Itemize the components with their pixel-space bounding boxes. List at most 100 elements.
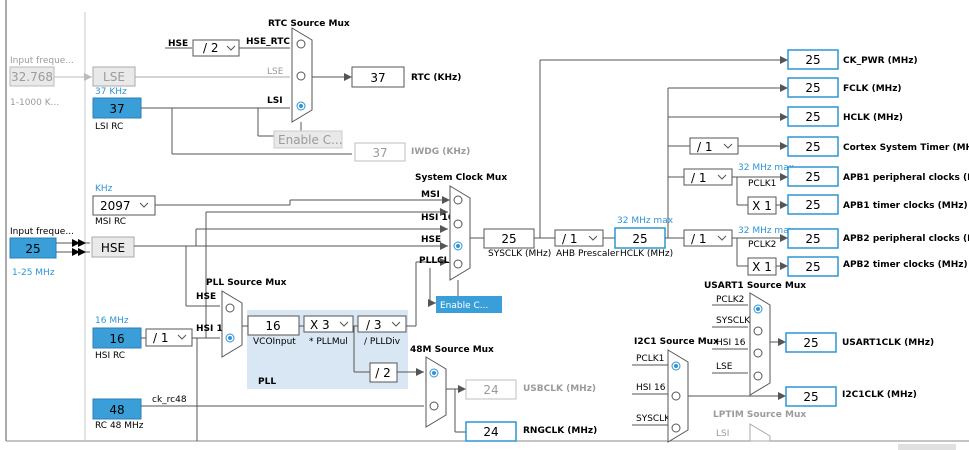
- usart1-label: USART1CLK (MHz): [842, 338, 934, 348]
- sys-radio-msi[interactable]: [453, 195, 463, 205]
- pll-radio-hse[interactable]: [225, 303, 235, 313]
- sys-mux-hse: HSE: [421, 235, 441, 245]
- fclk-value: 25: [805, 81, 820, 95]
- sys-radio-pll[interactable]: [453, 259, 463, 269]
- rtc-lse: LSE: [267, 67, 284, 77]
- apb1-label: APB1 peripheral clocks (MHz): [843, 173, 969, 183]
- hsi-prescaler-value: / 1: [153, 331, 169, 345]
- lptim-lsi: LSI: [716, 429, 729, 439]
- pll-vco-label: VCOInput: [253, 337, 296, 347]
- rtc-radio-lse[interactable]: [296, 71, 306, 81]
- pll-div-label: / PLLDiv: [364, 337, 401, 347]
- apb2-prescaler-value: / 1: [691, 232, 707, 246]
- apb2-value: 25: [805, 232, 820, 246]
- rng-value: 24: [483, 425, 498, 439]
- pll-div-value: / 3: [366, 318, 382, 332]
- mux48-radio-rc48[interactable]: [429, 401, 439, 411]
- hclk-max: 32 MHz max: [617, 216, 674, 226]
- pll-div2-value: / 2: [375, 366, 391, 380]
- apb1-max: 32 MHz max: [738, 163, 795, 173]
- scrollbar[interactable]: [898, 444, 956, 450]
- usb-value: 24: [483, 383, 498, 397]
- i2c1-label: I2C1CLK (MHz): [842, 390, 917, 400]
- cortex-prescaler-value: / 1: [697, 140, 713, 154]
- rtc-value: 37: [370, 71, 385, 85]
- apb1-timer-mul-value: X 1: [752, 199, 772, 213]
- rtc-hse-rtc: HSE_RTC: [246, 37, 290, 47]
- apb1-timer-label: APB1 timer clocks (MHz): [843, 201, 968, 211]
- cortex-label: Cortex System Timer (MHz): [843, 143, 969, 153]
- sys-mux-msi: MSI: [421, 190, 440, 200]
- apb1-value: 25: [805, 170, 820, 184]
- lse-freq-label: Input freque...: [10, 56, 74, 66]
- usart1-pclk2: PCLK2: [716, 295, 744, 305]
- hclk-out-value: 25: [805, 110, 820, 124]
- lptim-mux[interactable]: [749, 423, 771, 442]
- fclk-label: FCLK (MHz): [843, 84, 902, 94]
- apb2-label: APB2 peripheral clocks (MHz): [843, 234, 969, 244]
- lse-button-label: LSE: [103, 70, 125, 84]
- sys-mux-hsi16: HSI 16: [421, 213, 454, 223]
- lsi-value: 37: [109, 102, 124, 116]
- ahb-prescaler-value: / 1: [562, 232, 578, 246]
- msi-unit: KHz: [95, 184, 113, 194]
- ahb-label: AHB Prescaler: [556, 249, 619, 259]
- pll-mul-value: X 3: [310, 318, 330, 332]
- i2c1-pclk1: PCLK1: [636, 354, 664, 364]
- i2c1-value: 25: [803, 390, 818, 404]
- apb2-timer-value: 25: [805, 260, 820, 274]
- hsi-value: 16: [109, 332, 124, 346]
- ckpwr-label: CK_PWR (MHz): [843, 56, 918, 66]
- pll-mux-title: PLL Source Mux: [206, 278, 287, 288]
- pll-vco-value: 16: [265, 319, 280, 333]
- usart1-hsi16: HSI 16: [716, 338, 746, 348]
- hclk-value: 25: [632, 232, 647, 246]
- lsi-name: LSI RC: [95, 122, 123, 132]
- clock-tree-diagram: Input freque... 32.768 1-1000 K... LSE 3…: [5, 0, 969, 450]
- hsi-freq-label: 16 MHz: [95, 316, 129, 326]
- msi-name: MSI RC: [95, 217, 126, 227]
- apb1-prescaler-value: / 1: [691, 171, 707, 185]
- lsi-freq-label: 37 KHz: [95, 87, 127, 97]
- hse-value: 25: [25, 242, 40, 256]
- hclk-label: HCLK (MHz): [620, 249, 673, 259]
- cortex-value: 25: [805, 140, 820, 154]
- msi-value: 2097: [100, 199, 131, 213]
- lptim-title: LPTIM Source Mux: [713, 410, 806, 420]
- pll-mul-label: * PLLMul: [309, 337, 348, 347]
- rtc-lsi: LSI: [267, 96, 283, 106]
- sys-mux-title: System Clock Mux: [415, 173, 507, 183]
- rng-label: RNGCLK (MHz): [523, 426, 597, 436]
- rtc-mux-title: RTC Source Mux: [268, 19, 350, 29]
- usart1-radio-hsi16[interactable]: [753, 348, 763, 358]
- apb2-pclk: PCLK2: [748, 240, 776, 250]
- sys-enable-label: Enable C...: [440, 301, 488, 311]
- apb1-timer-value: 25: [805, 198, 820, 212]
- hse-range: 1-25 MHz: [12, 268, 55, 278]
- mux48[interactable]: [425, 356, 447, 428]
- sysclk-label: SYSCLK (MHz): [488, 249, 551, 259]
- lse-freq-value: 32.768: [11, 70, 53, 84]
- i2c1-radio-sysclk[interactable]: [671, 423, 681, 433]
- iwdg-label: IWDG (KHz): [411, 147, 470, 157]
- rc48-name: RC 48 MHz: [95, 421, 144, 431]
- hse-freq-label: Input freque...: [10, 227, 74, 237]
- apb2-timer-label: APB2 timer clocks (MHz): [843, 260, 968, 270]
- i2c1-sysclk: SYSCLK: [636, 414, 671, 424]
- apb1-pclk: PCLK1: [748, 179, 776, 189]
- i2c1-radio-hsi16[interactable]: [671, 391, 681, 401]
- rtc-radio-hse[interactable]: [296, 39, 306, 49]
- usart1-radio-sysclk[interactable]: [753, 326, 763, 336]
- usart1-value: 25: [803, 336, 818, 350]
- usart1-lse: LSE: [716, 362, 733, 372]
- usart1-title: USART1 Source Mux: [704, 281, 806, 291]
- sys-radio-hsi16[interactable]: [453, 219, 463, 229]
- mux48-title: 48M Source Mux: [410, 345, 494, 355]
- rtc-hse-prescaler-value: / 2: [203, 41, 219, 55]
- apb2-max: 32 MHz max: [738, 226, 795, 236]
- i2c1-hsi16: HSI 16: [636, 383, 666, 393]
- pll-name: PLL: [258, 377, 276, 387]
- usart1-radio-lse[interactable]: [753, 371, 763, 381]
- pll-source-mux[interactable]: [221, 290, 243, 358]
- i2c1-title: I2C1 Source Mux: [634, 337, 719, 347]
